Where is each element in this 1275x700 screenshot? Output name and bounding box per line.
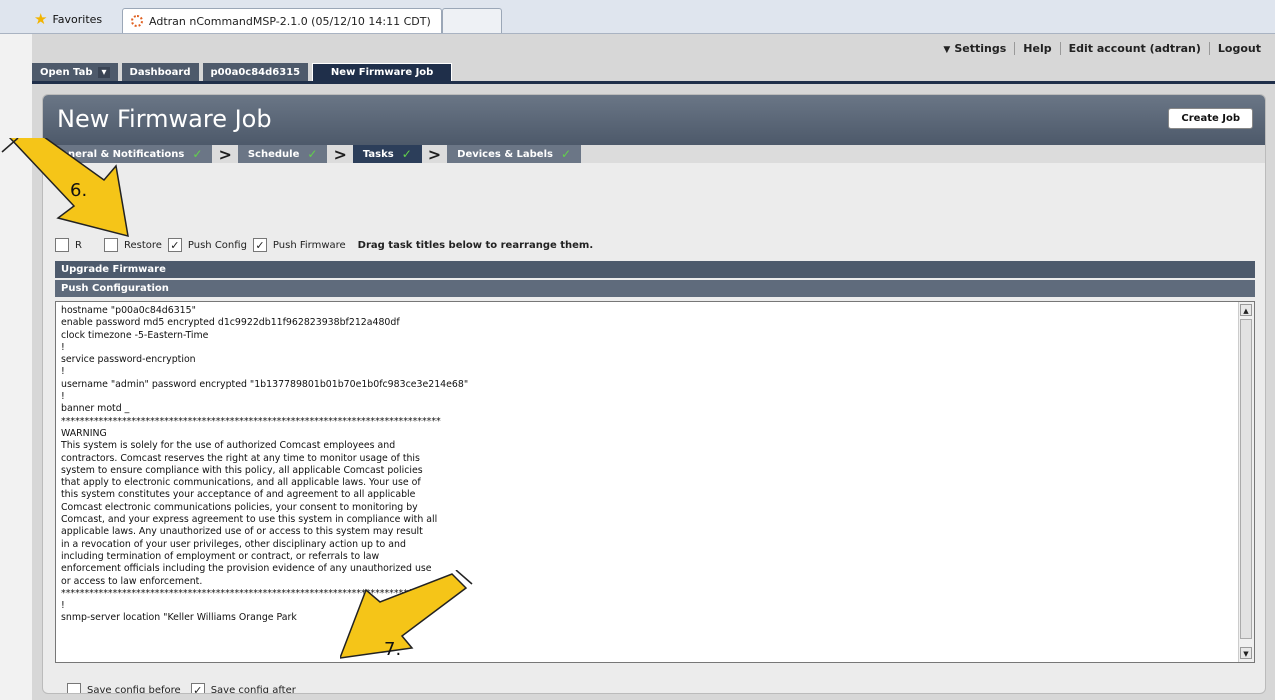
save-options: Save config before ✓ Save config after <box>67 683 296 694</box>
browser-tab-title: Adtran nCommandMSP-2.1.0 (05/12/10 14:11… <box>149 14 431 28</box>
new-tab-button[interactable] <box>442 8 502 33</box>
arrow-shape <box>340 573 468 659</box>
app-window: ▼ Settings Help Edit account (adtran) Log… <box>32 34 1275 700</box>
vertical-scrollbar[interactable]: ▲ ▼ <box>1238 302 1254 662</box>
arrow-shape <box>8 138 129 238</box>
tab-device[interactable]: p00a0c84d6315 <box>202 63 309 81</box>
step-label: Schedule <box>247 148 300 160</box>
step-arrow-icon: > <box>333 144 347 164</box>
top-navigation: ▼ Settings Help Edit account (adtran) Log… <box>935 42 1269 55</box>
annotation-label-7: 7. <box>384 639 401 660</box>
section-push-configuration[interactable]: Push Configuration <box>55 280 1255 297</box>
chevron-down-icon: ▼ <box>943 45 951 55</box>
edit-account-link[interactable]: Edit account (adtran) <box>1061 42 1210 55</box>
browser-tab-active[interactable]: Adtran nCommandMSP-2.1.0 (05/12/10 14:11… <box>122 8 442 33</box>
save-before-label: Save config before <box>87 684 181 694</box>
step-devices-labels[interactable]: Devices & Labels ✓ <box>447 145 582 163</box>
settings-menu[interactable]: ▼ Settings <box>935 42 1016 55</box>
page-title: New Firmware Job <box>57 105 272 133</box>
drag-hint: Drag task titles below to rearrange them… <box>357 239 594 251</box>
logout-link[interactable]: Logout <box>1210 42 1269 55</box>
browser-tab-strip: ★ Favorites Adtran nCommandMSP-2.1.0 (05… <box>0 0 1275 34</box>
settings-label: Settings <box>954 42 1007 55</box>
job-panel: New Firmware Job Create Job General & No… <box>42 94 1266 694</box>
favorites-button[interactable]: ★ Favorites <box>34 10 103 28</box>
checkbox-save-after[interactable]: ✓ <box>190 683 205 693</box>
annotation-label-6: 6. <box>70 180 87 201</box>
annotation-arrow-7: 7. <box>340 570 473 660</box>
option-push-firmware-label: Push Firmware <box>272 239 346 251</box>
check-icon: ✓ <box>192 147 203 161</box>
step-schedule[interactable]: Schedule ✓ <box>237 145 328 163</box>
create-job-button[interactable]: Create Job <box>1168 108 1253 129</box>
tab-underline <box>32 81 1275 84</box>
scroll-up-icon[interactable]: ▲ <box>1240 304 1252 316</box>
app-tab-bar: Open Tab ▾ Dashboard p00a0c84d6315 New Fi… <box>32 63 453 81</box>
wizard-steps: General & Notifications ✓ > Schedule ✓ > T… <box>43 144 1265 164</box>
check-icon: ✓ <box>307 147 318 161</box>
star-icon: ★ <box>34 10 48 28</box>
checkbox-save-before[interactable] <box>67 683 81 693</box>
tab-new-firmware-job[interactable]: New Firmware Job <box>312 63 453 81</box>
help-link[interactable]: Help <box>1015 42 1061 55</box>
step-tasks[interactable]: Tasks ✓ <box>352 145 422 163</box>
step-label: Tasks <box>362 148 394 160</box>
section-upgrade-firmware[interactable]: Upgrade Firmware <box>55 261 1255 278</box>
scroll-thumb[interactable] <box>1240 319 1252 639</box>
checkbox-push-config[interactable]: ✓ <box>167 238 182 252</box>
annotation-arrow-6: 6. <box>1 138 129 238</box>
open-tab-label: Open Tab <box>40 66 93 78</box>
open-tab-menu[interactable]: Open Tab ▾ <box>32 63 118 81</box>
check-icon: ✓ <box>560 147 572 161</box>
check-icon: ✓ <box>401 147 412 161</box>
tab-dashboard[interactable]: Dashboard <box>121 63 199 81</box>
checkbox-push-firmware[interactable]: ✓ <box>252 238 267 252</box>
loading-icon <box>131 15 143 27</box>
config-textarea[interactable]: hostname "p00a0c84d6315" enable password… <box>55 301 1255 663</box>
scroll-down-icon[interactable]: ▼ <box>1240 647 1252 659</box>
step-arrow-icon: > <box>427 144 442 164</box>
favorites-label: Favorites <box>52 12 103 26</box>
save-after-label: Save config after <box>210 684 296 694</box>
step-arrow-icon: > <box>218 144 232 164</box>
chevron-down-icon: ▾ <box>98 66 110 78</box>
step-label: Devices & Labels <box>457 148 553 160</box>
panel-header: New Firmware Job Create Job <box>43 95 1265 145</box>
config-text: hostname "p00a0c84d6315" enable password… <box>61 305 469 624</box>
option-push-config-label: Push Config <box>187 239 247 251</box>
